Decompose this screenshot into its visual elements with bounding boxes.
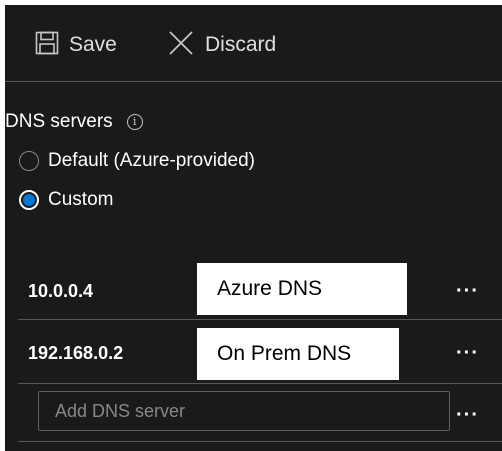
dns-server-name: On Prem DNS	[197, 328, 399, 380]
row-divider	[18, 441, 502, 442]
more-options-button[interactable]: ···	[456, 325, 479, 382]
row-divider	[18, 383, 502, 384]
row-divider	[18, 319, 502, 320]
save-icon	[35, 31, 59, 60]
toolbar-divider	[5, 81, 502, 82]
radio-custom-circle[interactable]	[19, 190, 39, 210]
dns-servers-label: DNS servers	[5, 111, 113, 132]
save-button[interactable]: Save	[35, 27, 117, 63]
dns-server-row: 192.168.0.2 On Prem DNS ···	[18, 325, 502, 382]
info-icon[interactable]: i	[126, 114, 143, 130]
more-options-button[interactable]: ···	[456, 389, 479, 441]
dns-servers-heading: DNS servers i	[5, 111, 143, 133]
dns-server-row: 10.0.0.4 Azure DNS ···	[18, 263, 502, 319]
discard-button[interactable]: Discard	[167, 27, 276, 63]
add-dns-server-input[interactable]	[38, 391, 450, 431]
close-icon	[167, 29, 195, 62]
dns-server-ip: 192.168.0.2	[28, 343, 124, 363]
radio-option-custom[interactable]: Custom	[19, 189, 113, 211]
radio-custom-label: Custom	[48, 189, 114, 210]
radio-option-default[interactable]: Default (Azure-provided)	[19, 150, 255, 172]
save-label: Save	[69, 33, 117, 56]
more-options-button[interactable]: ···	[456, 263, 479, 319]
radio-default-circle[interactable]	[19, 151, 39, 171]
dns-server-name: Azure DNS	[197, 263, 407, 315]
radio-default-label: Default (Azure-provided)	[48, 150, 255, 171]
dns-settings-panel: Save Discard DNS servers i Default (Azur…	[5, 5, 502, 451]
discard-label: Discard	[205, 33, 277, 56]
add-dns-server-row: ···	[18, 389, 502, 441]
dns-server-ip: 10.0.0.4	[28, 280, 94, 301]
command-bar: Save Discard	[5, 5, 502, 81]
